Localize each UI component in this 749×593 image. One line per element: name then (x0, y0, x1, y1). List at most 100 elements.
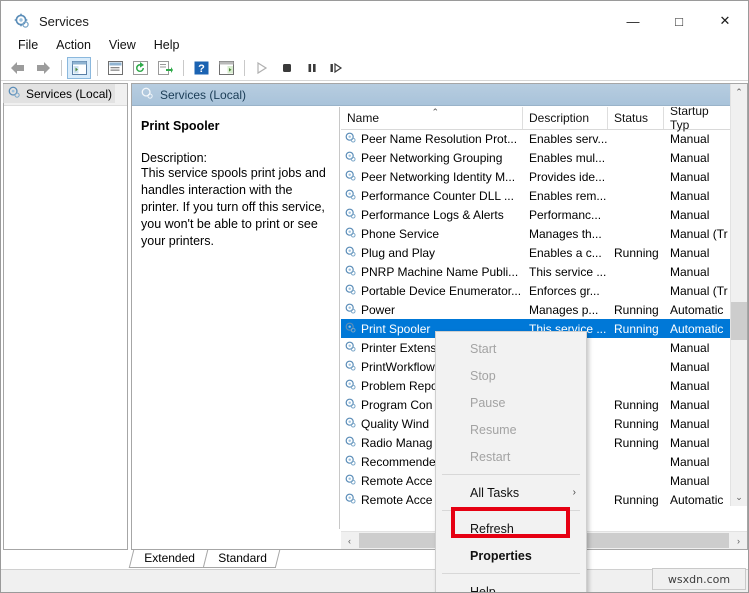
show-hide-tree-icon[interactable] (67, 57, 91, 79)
menu-view[interactable]: View (100, 35, 145, 55)
service-details-pane: Print Spooler Description: This service … (133, 107, 340, 529)
service-gear-icon (344, 359, 357, 375)
help-icon[interactable]: ? (189, 57, 213, 79)
restart-service-icon[interactable] (325, 57, 349, 79)
context-menu: StartStopPauseResumeRestartAll Tasks›Ref… (435, 331, 587, 593)
tab-standard[interactable]: Standard (202, 550, 279, 568)
cell-startup-type: Manual (664, 474, 731, 488)
table-row[interactable]: Phone ServiceManages th...Manual (Tr (341, 224, 731, 243)
menu-help[interactable]: Help (145, 35, 189, 55)
service-gear-icon (344, 435, 357, 451)
cell-startup-type: Manual (664, 265, 731, 279)
show-action-pane-icon[interactable] (214, 57, 238, 79)
menu-item-all-tasks[interactable]: All Tasks› (436, 479, 586, 506)
cell-startup-type: Manual (664, 170, 731, 184)
vertical-scrollbar-thumb[interactable] (731, 302, 747, 340)
cell-startup-type: Manual (664, 132, 731, 146)
menu-item-properties[interactable]: Properties (436, 542, 586, 569)
refresh-icon[interactable] (128, 57, 152, 79)
table-row[interactable]: Performance Logs & AlertsPerformanc...Ma… (341, 205, 731, 224)
back-arrow-icon[interactable] (6, 57, 30, 79)
tree-node-label: Services (Local) (26, 87, 112, 101)
stop-service-icon[interactable] (275, 57, 299, 79)
service-gear-icon (344, 321, 357, 337)
column-label: Name (347, 111, 379, 125)
cell-startup-type: Manual (664, 189, 731, 203)
menu-separator (442, 573, 580, 574)
table-row[interactable]: PNRP Machine Name Publi...This service .… (341, 262, 731, 281)
results-pane-header: Services (Local) (132, 84, 747, 106)
service-gear-icon (344, 226, 357, 242)
cell-startup-type: Manual (664, 455, 731, 469)
services-gear-icon (13, 12, 31, 30)
service-name-label: Phone Service (361, 227, 439, 241)
status-bar (1, 569, 748, 592)
table-row[interactable]: Portable Device Enumerator...Enforces gr… (341, 281, 731, 300)
scroll-down-icon[interactable]: ⌄ (731, 489, 747, 506)
column-header-name[interactable]: Name ⌃ (341, 107, 523, 129)
watermark: wsxdn.com (652, 568, 746, 590)
service-name-label: Performance Counter DLL ... (361, 189, 514, 203)
column-headers: Name ⌃ Description Status Startup Typ (341, 107, 731, 130)
service-name-label: Peer Name Resolution Prot... (361, 132, 517, 146)
cell-description: This service ... (523, 265, 608, 279)
column-header-startup-type[interactable]: Startup Typ (664, 107, 731, 129)
column-header-description[interactable]: Description (523, 107, 608, 129)
export-list-icon[interactable] (153, 57, 177, 79)
forward-arrow-icon[interactable] (31, 57, 55, 79)
service-name-label: Problem Repo (361, 379, 438, 393)
column-header-status[interactable]: Status (608, 107, 664, 129)
cell-status: Running (608, 246, 664, 260)
scroll-right-icon[interactable]: › (730, 532, 747, 549)
cell-description: Enables mul... (523, 151, 608, 165)
service-name-label: Plug and Play (361, 246, 435, 260)
cell-service-name: Portable Device Enumerator... (341, 283, 523, 299)
menu-item-label: Stop (470, 369, 496, 383)
menu-item-pause: Pause (436, 389, 586, 416)
menu-item-label: Resume (470, 423, 517, 437)
cell-service-name: Plug and Play (341, 245, 523, 261)
column-label: Status (614, 111, 648, 125)
table-row[interactable]: Plug and PlayEnables a c...RunningManual (341, 243, 731, 262)
cell-startup-type: Manual (664, 151, 731, 165)
toolbar-separator (61, 60, 62, 76)
service-name-label: PrintWorkflow (361, 360, 435, 374)
table-row[interactable]: Performance Counter DLL ...Enables rem..… (341, 186, 731, 205)
cell-description: Enables serv... (523, 132, 608, 146)
cell-description: Provides ide... (523, 170, 608, 184)
service-name-label: Remote Acce (361, 474, 432, 488)
service-gear-icon (344, 283, 357, 299)
services-gear-icon (7, 85, 21, 102)
service-gear-icon (344, 340, 357, 356)
table-row[interactable]: Peer Networking Identity M...Provides id… (341, 167, 731, 186)
toolbar: ? (1, 56, 748, 81)
table-row[interactable]: Peer Networking GroupingEnables mul...Ma… (341, 148, 731, 167)
tab-extended[interactable]: Extended (129, 550, 208, 568)
scroll-left-icon[interactable]: ‹ (341, 532, 358, 549)
table-row[interactable]: Peer Name Resolution Prot... Enables serv… (341, 129, 731, 148)
table-row[interactable]: PowerManages p...RunningAutomatic (341, 300, 731, 319)
vertical-scrollbar[interactable]: ⌃ ⌄ (730, 84, 747, 506)
service-gear-icon (344, 397, 357, 413)
service-gear-icon (344, 245, 357, 261)
service-gear-icon (344, 473, 357, 489)
scroll-up-icon[interactable]: ⌃ (731, 84, 747, 101)
service-name-label: Print Spooler (361, 322, 430, 336)
service-gear-icon (344, 150, 357, 166)
tree-node-services-local[interactable]: Services (Local) (3, 84, 115, 103)
cell-status: Running (608, 322, 664, 336)
tab-label: Standard (218, 551, 267, 565)
svg-text:?: ? (198, 63, 205, 75)
menu-item-start: Start (436, 335, 586, 362)
cell-startup-type: Automatic (664, 303, 731, 317)
service-name-label: Remote Acce (361, 493, 432, 507)
menu-file[interactable]: File (9, 35, 47, 55)
cell-status: Running (608, 417, 664, 431)
service-gear-icon (344, 131, 357, 147)
services-gear-icon (140, 86, 154, 103)
cell-startup-type: Manual (664, 379, 731, 393)
menu-item-help[interactable]: Help (436, 578, 586, 593)
menu-action[interactable]: Action (47, 35, 100, 55)
pause-service-icon[interactable] (300, 57, 324, 79)
properties-icon[interactable] (103, 57, 127, 79)
